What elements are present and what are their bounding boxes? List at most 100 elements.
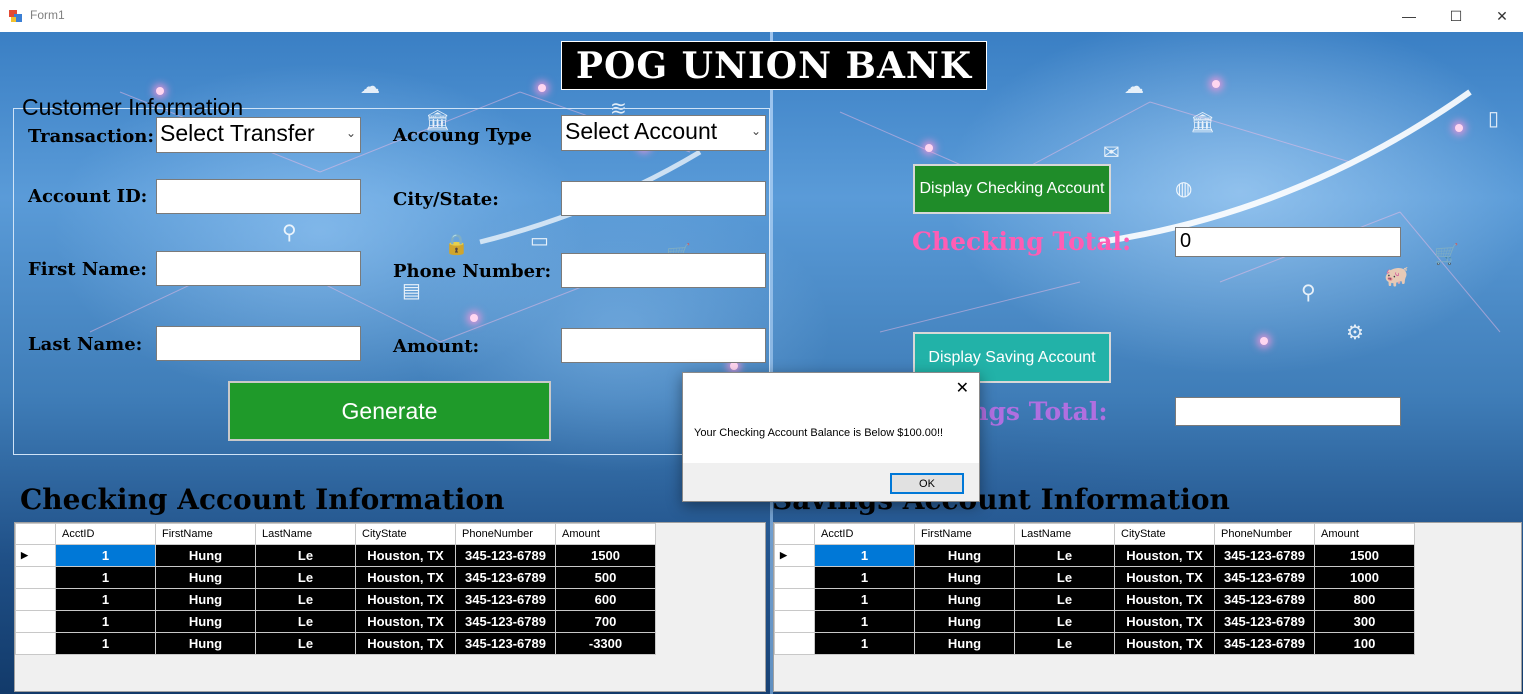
table-cell[interactable]: 300: [1314, 610, 1415, 633]
table-cell[interactable]: Le: [255, 632, 356, 655]
ok-button[interactable]: OK: [890, 473, 964, 494]
table-cell[interactable]: Hung: [155, 544, 256, 567]
table-cell[interactable]: 345-123-6789: [1214, 544, 1315, 567]
table-cell[interactable]: Houston, TX: [1114, 632, 1215, 655]
table-cell[interactable]: Hung: [155, 632, 256, 655]
dialog-close-icon[interactable]: ✕: [956, 378, 969, 398]
table-cell[interactable]: Hung: [914, 610, 1015, 633]
table-cell[interactable]: Houston, TX: [1114, 566, 1215, 589]
table-cell[interactable]: Le: [1014, 544, 1115, 567]
current-row-indicator-icon[interactable]: ▶: [15, 544, 56, 567]
table-cell[interactable]: Houston, TX: [1114, 588, 1215, 611]
column-header[interactable]: Amount: [1314, 523, 1415, 545]
table-cell[interactable]: 1: [55, 588, 156, 611]
table-cell[interactable]: 345-123-6789: [1214, 566, 1315, 589]
table-cell[interactable]: Le: [255, 566, 356, 589]
table-row[interactable]: ▶ 1 Hung Le Houston, TX 345-123-6789 150…: [15, 544, 656, 567]
column-header[interactable]: LastName: [255, 523, 356, 545]
checking-total-field[interactable]: 0: [1175, 227, 1401, 257]
row-header[interactable]: [774, 610, 815, 633]
row-header[interactable]: [15, 610, 56, 633]
column-header[interactable]: AcctID: [55, 523, 156, 545]
table-cell[interactable]: 500: [555, 566, 656, 589]
table-cell[interactable]: 1: [814, 632, 915, 655]
table-cell[interactable]: 600: [555, 588, 656, 611]
table-cell[interactable]: Le: [1014, 610, 1115, 633]
table-cell[interactable]: Houston, TX: [1114, 610, 1215, 633]
table-cell[interactable]: 1: [814, 588, 915, 611]
transaction-combobox[interactable]: Select Transfer ⌄: [156, 117, 361, 153]
table-cell[interactable]: 345-123-6789: [455, 610, 556, 633]
table-cell[interactable]: Hung: [914, 544, 1015, 567]
row-header[interactable]: [15, 632, 56, 655]
table-cell[interactable]: 1: [814, 544, 915, 567]
table-cell[interactable]: Hung: [155, 566, 256, 589]
table-cell[interactable]: 1500: [555, 544, 656, 567]
column-header[interactable]: FirstName: [914, 523, 1015, 545]
table-row[interactable]: 1 Hung Le Houston, TX 345-123-6789 500: [15, 566, 656, 589]
savings-data-grid[interactable]: AcctID FirstName LastName CityState Phon…: [773, 522, 1522, 692]
table-cell[interactable]: 345-123-6789: [455, 544, 556, 567]
column-header[interactable]: CityState: [1114, 523, 1215, 545]
table-row[interactable]: ▶ 1 Hung Le Houston, TX 345-123-6789 150…: [774, 544, 1415, 567]
column-header[interactable]: AcctID: [814, 523, 915, 545]
row-header[interactable]: [774, 632, 815, 655]
table-row[interactable]: 1 Hung Le Houston, TX 345-123-6789 -3300: [15, 632, 656, 655]
table-cell[interactable]: Le: [1014, 566, 1115, 589]
first-name-field[interactable]: [156, 251, 361, 286]
table-cell[interactable]: Houston, TX: [1114, 544, 1215, 567]
current-row-indicator-icon[interactable]: ▶: [774, 544, 815, 567]
row-header[interactable]: [774, 588, 815, 611]
table-cell[interactable]: Houston, TX: [355, 632, 456, 655]
table-cell[interactable]: 1: [55, 544, 156, 567]
table-row[interactable]: 1 Hung Le Houston, TX 345-123-6789 700: [15, 610, 656, 633]
table-cell[interactable]: Houston, TX: [355, 544, 456, 567]
table-cell[interactable]: -3300: [555, 632, 656, 655]
checking-data-grid[interactable]: AcctID FirstName LastName CityState Phon…: [14, 522, 766, 692]
table-cell[interactable]: Houston, TX: [355, 610, 456, 633]
row-header[interactable]: [15, 566, 56, 589]
table-row[interactable]: 1 Hung Le Houston, TX 345-123-6789 600: [15, 588, 656, 611]
table-cell[interactable]: 345-123-6789: [1214, 588, 1315, 611]
table-row[interactable]: 1 Hung Le Houston, TX 345-123-6789 800: [774, 588, 1415, 611]
table-cell[interactable]: 1: [814, 610, 915, 633]
table-cell[interactable]: Houston, TX: [355, 588, 456, 611]
table-cell[interactable]: Hung: [914, 588, 1015, 611]
phone-number-field[interactable]: [561, 253, 766, 288]
table-row[interactable]: 1 Hung Le Houston, TX 345-123-6789 1000: [774, 566, 1415, 589]
maximize-button[interactable]: ☐: [1433, 0, 1479, 32]
row-header[interactable]: [774, 566, 815, 589]
table-cell[interactable]: 345-123-6789: [1214, 632, 1315, 655]
account-id-field[interactable]: [156, 179, 361, 214]
table-cell[interactable]: 800: [1314, 588, 1415, 611]
table-cell[interactable]: 1: [814, 566, 915, 589]
amount-field[interactable]: [561, 328, 766, 363]
table-cell[interactable]: Le: [255, 610, 356, 633]
savings-total-field[interactable]: [1175, 397, 1401, 426]
table-cell[interactable]: Hung: [155, 588, 256, 611]
table-cell[interactable]: 345-123-6789: [1214, 610, 1315, 633]
row-header[interactable]: [15, 588, 56, 611]
table-cell[interactable]: Le: [255, 544, 356, 567]
table-row[interactable]: 1 Hung Le Houston, TX 345-123-6789 100: [774, 632, 1415, 655]
table-cell[interactable]: 1: [55, 566, 156, 589]
table-cell[interactable]: Houston, TX: [355, 566, 456, 589]
table-cell[interactable]: 345-123-6789: [455, 566, 556, 589]
table-cell[interactable]: 100: [1314, 632, 1415, 655]
minimize-button[interactable]: —: [1386, 0, 1432, 32]
table-cell[interactable]: Le: [255, 588, 356, 611]
generate-button[interactable]: Generate: [228, 381, 551, 441]
table-cell[interactable]: 1500: [1314, 544, 1415, 567]
column-header[interactable]: Amount: [555, 523, 656, 545]
column-header[interactable]: LastName: [1014, 523, 1115, 545]
table-cell[interactable]: 345-123-6789: [455, 632, 556, 655]
column-header[interactable]: CityState: [355, 523, 456, 545]
last-name-field[interactable]: [156, 326, 361, 361]
table-cell[interactable]: Le: [1014, 588, 1115, 611]
city-state-field[interactable]: [561, 181, 766, 216]
display-checking-button[interactable]: Display Checking Account: [913, 164, 1111, 214]
close-button[interactable]: ✕: [1479, 0, 1523, 32]
table-row[interactable]: 1 Hung Le Houston, TX 345-123-6789 300: [774, 610, 1415, 633]
account-type-combobox[interactable]: Select Account ⌄: [561, 115, 766, 151]
table-cell[interactable]: Le: [1014, 632, 1115, 655]
